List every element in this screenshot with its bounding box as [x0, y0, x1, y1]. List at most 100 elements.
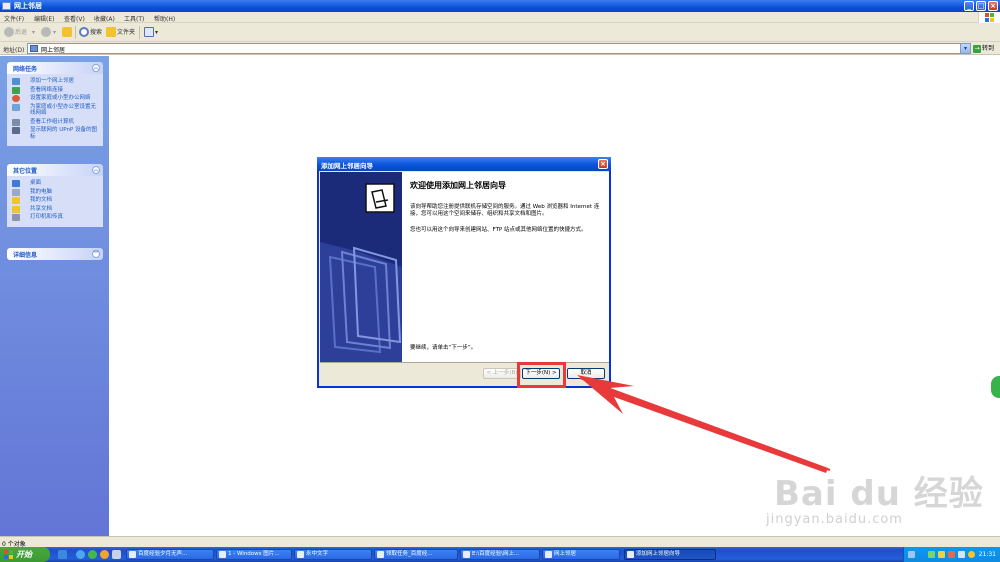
ie-browser-icon[interactable]	[76, 550, 85, 559]
task-label: 1 - Windows 图片...	[228, 551, 280, 557]
show-desktop-icon[interactable]	[58, 550, 67, 559]
search-button[interactable]: 搜索	[90, 27, 102, 38]
workgroup-computers-icon	[12, 118, 20, 126]
menu-view[interactable]: 查看(V)	[64, 14, 85, 23]
address-input[interactable]: 网上邻居 ▾	[27, 43, 971, 54]
close-button[interactable]: ×	[988, 1, 998, 11]
task-item[interactable]: 网上邻居	[542, 549, 620, 560]
tray-green-icon[interactable]	[928, 551, 935, 558]
tray-volume-icon[interactable]	[958, 551, 965, 558]
expand-chevron-icon[interactable]: ︾	[92, 250, 100, 258]
details-header[interactable]: 详细信息 ︾	[7, 248, 103, 260]
task-item[interactable]: E:\百度经验\网上...	[460, 549, 540, 560]
toolbar-separator	[139, 26, 140, 39]
menu-tools[interactable]: 工具(T)	[124, 14, 144, 23]
network-places-icon	[2, 2, 11, 10]
wizard-cancel-button[interactable]: 取消	[567, 368, 605, 379]
task-show-upnp[interactable]: 显示联网的 UPnP 设备的图标	[12, 127, 99, 140]
task-label: 显示联网的 UPnP 设备的图标	[30, 127, 98, 140]
place-shared-documents[interactable]: 共享文档	[12, 205, 99, 213]
place-my-computer[interactable]: 我的电脑	[12, 188, 99, 196]
task-setup-home-network[interactable]: 设置家庭或小型办公网络	[12, 95, 99, 102]
tray-yellow-icon[interactable]	[938, 551, 945, 558]
place-my-documents[interactable]: 我的文档	[12, 197, 99, 204]
quicklaunch-orange-icon[interactable]	[100, 550, 109, 559]
wizard-title: 添加网上邻居向导	[321, 162, 373, 170]
other-places-list: 桌面 我的电脑 我的文档 共享文档 打印机和传真	[7, 176, 103, 227]
task-label: 查看网络连接	[30, 86, 64, 93]
task-setup-wireless[interactable]: 为家庭或小型办公室设置无线网络	[12, 103, 99, 117]
place-label: 打印机和传真	[30, 214, 64, 220]
other-places-title: 其它位置	[13, 168, 38, 175]
task-app-icon	[463, 551, 470, 558]
maximize-button[interactable]: □	[976, 1, 986, 11]
go-button[interactable]: → 转到	[973, 43, 999, 54]
wizard-close-button[interactable]: ×	[598, 159, 608, 169]
forward-dropdown-icon[interactable]: ▾	[53, 27, 56, 38]
task-app-icon	[627, 551, 634, 558]
go-label: 转到	[982, 45, 995, 52]
place-printers[interactable]: 打印机和传真	[12, 214, 99, 221]
my-computer-icon	[12, 188, 20, 196]
task-app-icon	[297, 551, 304, 558]
task-label: 领取任务_百度经...	[386, 551, 433, 557]
back-dropdown-icon[interactable]: ▾	[32, 27, 35, 38]
task-label: 百度经验夕月无声...	[138, 551, 188, 557]
task-add-network-place[interactable]: 添加一个网上邻居	[12, 78, 99, 85]
menu-edit[interactable]: 编辑(E)	[34, 14, 54, 23]
tray-shield-icon[interactable]	[968, 551, 975, 558]
window-titlebar[interactable]: 网上邻居 _ □ ×	[0, 0, 1000, 12]
task-view-workgroup[interactable]: 查看工作组计算机	[12, 118, 99, 126]
collapse-chevron-icon[interactable]: ︽	[92, 166, 100, 174]
tray-network-icon[interactable]	[908, 551, 915, 558]
task-item-active[interactable]: 添加网上邻居向导	[624, 549, 716, 560]
status-bar: 0 个对象	[0, 536, 1000, 548]
folders-illustration-icon	[320, 172, 402, 362]
windows-logo-icon	[978, 12, 1000, 23]
place-label: 我的电脑	[30, 188, 53, 195]
task-label: 网上邻居	[554, 551, 577, 557]
menu-file[interactable]: 文件(F)	[4, 14, 24, 23]
views-dropdown-icon[interactable]: ▾	[155, 27, 158, 38]
place-desktop[interactable]: 桌面	[12, 180, 99, 187]
back-button[interactable]: 后退	[15, 27, 27, 38]
network-tasks-header[interactable]: 网络任务 ︽	[7, 62, 103, 74]
side-float-button[interactable]	[991, 376, 1000, 398]
task-item[interactable]: 1 - Windows 图片...	[216, 549, 292, 560]
back-arrow-icon[interactable]	[4, 27, 14, 37]
wizard-back-button[interactable]: < 上一步(B)	[483, 368, 521, 379]
my-documents-icon	[12, 197, 20, 204]
start-button[interactable]: 开始	[0, 547, 50, 562]
wizard-titlebar[interactable]: 添加网上邻居向导 ×	[317, 157, 611, 171]
task-pane: 网络任务 ︽ 添加一个网上邻居 查看网络连接 设置家庭或小型办公网络 为家庭或小…	[0, 56, 109, 536]
minimize-button[interactable]: _	[964, 1, 974, 11]
quicklaunch-more-icon[interactable]	[112, 550, 121, 559]
task-label: 添加一个网上邻居	[30, 78, 75, 84]
up-folder-icon[interactable]	[62, 27, 72, 37]
wireless-network-icon	[12, 103, 20, 111]
tray-red-icon[interactable]	[948, 551, 955, 558]
views-icon[interactable]	[144, 27, 154, 37]
home-network-icon	[12, 95, 20, 102]
menu-favorites[interactable]: 收藏(A)	[94, 14, 115, 23]
task-item[interactable]: 领取任务_百度经...	[374, 549, 458, 560]
address-dropdown-icon[interactable]: ▾	[960, 44, 970, 53]
other-places-panel: 其它位置 ︽ 桌面 我的电脑 我的文档 共享文档 打印机和传真	[7, 164, 103, 227]
system-tray: 21:31	[903, 547, 1000, 562]
add-network-place-icon	[12, 78, 20, 85]
task-item[interactable]: 永中文字	[294, 549, 372, 560]
next-button-highlight	[517, 362, 566, 388]
other-places-header[interactable]: 其它位置 ︽	[7, 164, 103, 176]
toolbar: 后退 ▾ ▾ 搜索 文件夹 ▾	[0, 23, 1000, 42]
forward-arrow-icon[interactable]	[41, 27, 51, 37]
folders-button[interactable]: 文件夹	[117, 27, 135, 38]
task-item[interactable]: 百度经验夕月无声...	[126, 549, 214, 560]
menu-help[interactable]: 帮助(H)	[154, 14, 175, 23]
task-view-connections[interactable]: 查看网络连接	[12, 86, 99, 94]
place-label: 我的文档	[30, 197, 53, 203]
wizard-heading: 欢迎使用添加网上邻居向导	[410, 181, 506, 190]
quicklaunch-green-icon[interactable]	[88, 550, 97, 559]
collapse-chevron-icon[interactable]: ︽	[92, 64, 100, 72]
wizard-shortcut-text: 您也可以用这个向导来创建网站、FTP 站点或其他网络位置的快捷方式。	[410, 227, 587, 233]
tray-clock[interactable]: 21:31	[979, 551, 996, 558]
